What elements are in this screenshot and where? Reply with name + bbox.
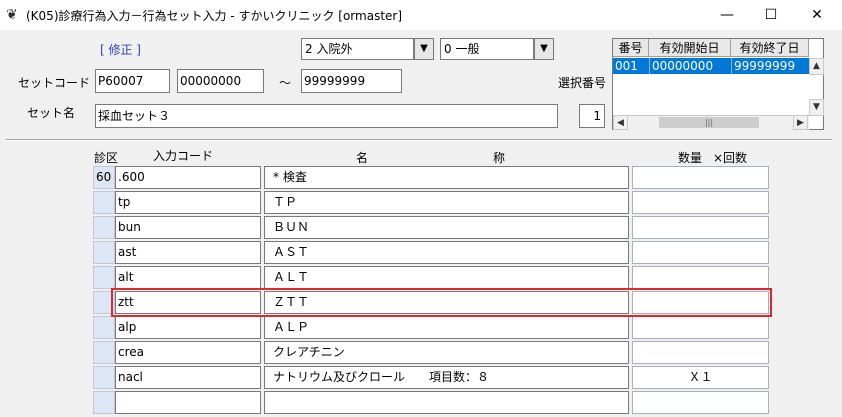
cell-name[interactable]: クレアチニン (264, 341, 629, 364)
header-times: ×回数 (713, 151, 748, 165)
cell-kubun[interactable] (93, 366, 115, 389)
minimize-button[interactable]: — (704, 0, 750, 30)
cell-kubun[interactable] (93, 266, 115, 289)
history-row-start[interactable]: 00000000 (649, 58, 731, 74)
history-list[interactable]: 番号 有効開始日 有効終了日 001 00000000 99999999 ▲ ▼… (612, 38, 824, 131)
window-title: (K05)診療行為入力－行為セット入力 - すかいクリニック [ormaster… (26, 9, 403, 23)
cell-qty[interactable] (632, 391, 769, 414)
header-code: 入力コード (153, 149, 214, 163)
cell-qty[interactable] (632, 316, 769, 339)
cell-kubun[interactable] (93, 341, 115, 364)
cell-qty[interactable] (632, 216, 769, 239)
arrow-right-icon: ▶ (797, 118, 804, 128)
cell-code[interactable]: tp (115, 191, 261, 214)
cell-qty[interactable] (632, 166, 769, 189)
range-to-input[interactable]: 99999999 (301, 69, 402, 93)
history-row-number[interactable]: 001 (613, 58, 649, 74)
scroll-down-button[interactable]: ▼ (809, 99, 824, 116)
header-name-left: 名 (356, 151, 369, 165)
general-select[interactable]: 0 一般 (440, 38, 534, 60)
cell-qty[interactable] (632, 241, 769, 264)
scroll-up-button[interactable]: ▲ (809, 58, 824, 75)
cell-name[interactable]: ＡＳＴ (264, 241, 629, 264)
arrow-up-icon: ▲ (813, 61, 820, 71)
title-bar: ❦ (K05)診療行為入力－行為セット入力 - すかいクリニック [ormast… (0, 0, 842, 30)
setname-label: セット名 (27, 106, 76, 120)
chevron-down-icon: ▼ (420, 43, 428, 54)
cell-name[interactable]: ＢＵＮ (264, 216, 629, 239)
cell-kubun[interactable] (93, 216, 115, 239)
history-header-end: 有効終了日 (731, 39, 809, 57)
scroll-thumb[interactable]: ||| (659, 117, 759, 128)
inpatient-select[interactable]: 2 入院外 (301, 38, 414, 60)
arrow-left-icon: ◀ (617, 118, 624, 128)
section-divider (6, 139, 832, 141)
cell-code[interactable] (115, 391, 261, 414)
cell-code[interactable]: alt (115, 266, 261, 289)
general-dropdown-button[interactable]: ▼ (534, 38, 554, 60)
cell-qty[interactable] (632, 341, 769, 364)
chevron-down-icon: ▼ (540, 43, 548, 54)
cell-name[interactable]: ＡＬＴ (264, 266, 629, 289)
history-header-start: 有効開始日 (649, 39, 731, 57)
cell-code[interactable]: .600 (115, 166, 261, 189)
setcode-input[interactable]: P60007 (95, 69, 170, 93)
range-from-input[interactable]: 00000000 (177, 69, 264, 93)
setname-input[interactable]: 採血セット３ (95, 104, 558, 128)
cell-name[interactable] (264, 391, 629, 414)
cell-code[interactable]: bun (115, 216, 261, 239)
cell-code[interactable]: alp (115, 316, 261, 339)
inpatient-dropdown-button[interactable]: ▼ (414, 38, 434, 60)
cell-code[interactable]: ast (115, 241, 261, 264)
header-name-right: 称 (493, 151, 506, 165)
header-qty: 数量 (678, 151, 703, 165)
cell-name[interactable]: ＴＰ (264, 191, 629, 214)
cell-code[interactable]: nacl (115, 366, 261, 389)
setcode-label: セットコード (18, 76, 91, 90)
range-tilde: ～ (279, 76, 292, 90)
mode-label: [ 修正 ] (100, 43, 141, 57)
cell-kubun[interactable] (93, 391, 115, 414)
scroll-left-button[interactable]: ◀ (613, 115, 628, 130)
cell-qty[interactable] (632, 191, 769, 214)
select-number-label: 選択番号 (558, 76, 607, 90)
maximize-button[interactable]: ☐ (748, 0, 794, 30)
cell-kubun[interactable] (93, 316, 115, 339)
cell-kubun[interactable] (93, 241, 115, 264)
cell-name[interactable]: * 検査 (264, 166, 629, 189)
cell-qty[interactable]: Ｘ１ (632, 366, 769, 389)
app-dragon-icon: ❦ (6, 7, 18, 23)
select-number-input[interactable]: 1 (579, 104, 605, 128)
header-kubun: 診区 (94, 151, 119, 165)
history-header-number: 番号 (613, 39, 649, 57)
history-row-end[interactable]: 99999999 (731, 58, 809, 74)
cell-kubun[interactable]: 60 (93, 166, 115, 189)
cell-name[interactable]: ナトリウム及びクロール 項目数：８ (264, 366, 629, 389)
cell-kubun[interactable] (93, 191, 115, 214)
scroll-right-button[interactable]: ▶ (793, 115, 808, 130)
row-highlight-box (111, 288, 772, 317)
cell-code[interactable]: crea (115, 341, 261, 364)
close-button[interactable]: ✕ (794, 0, 840, 30)
cell-name[interactable]: ＡＬＰ (264, 316, 629, 339)
cell-qty[interactable] (632, 266, 769, 289)
arrow-down-icon: ▼ (813, 102, 820, 112)
